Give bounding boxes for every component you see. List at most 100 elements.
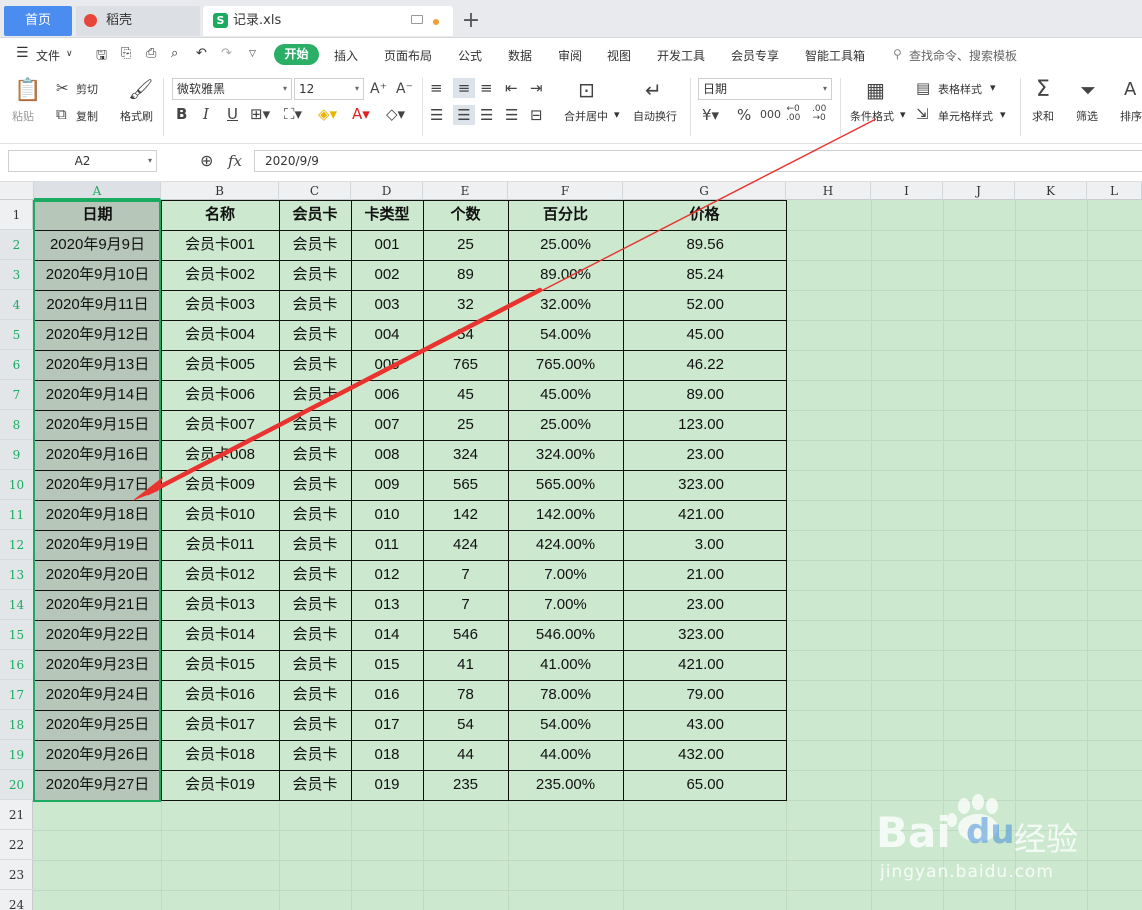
- formula-input[interactable]: 2020/9/9: [254, 150, 1142, 172]
- table-cell[interactable]: 79.00: [623, 680, 786, 710]
- sum-icon[interactable]: Σ: [1036, 78, 1050, 102]
- column-header-I[interactable]: I: [871, 182, 943, 200]
- conditional-format-button[interactable]: 条件格式: [850, 108, 894, 124]
- table-cell[interactable]: 323.00: [623, 620, 786, 650]
- table-cell[interactable]: 会员卡: [279, 380, 351, 410]
- table-cell[interactable]: 003: [351, 290, 423, 320]
- menu-review[interactable]: 审阅: [558, 47, 582, 64]
- table-cell[interactable]: 会员卡019: [161, 770, 279, 800]
- table-cell[interactable]: 009: [351, 470, 423, 500]
- table-cell[interactable]: 019: [351, 770, 423, 800]
- table-cell[interactable]: 会员卡: [279, 260, 351, 290]
- table-cell[interactable]: 546: [423, 620, 508, 650]
- number-format-select[interactable]: 日期 ▾: [698, 78, 832, 100]
- undo-icon[interactable]: ↶: [196, 46, 207, 61]
- table-style-dropdown-icon[interactable]: ▾: [990, 81, 996, 94]
- menu-data[interactable]: 数据: [508, 47, 532, 64]
- border-icon[interactable]: ⊞▾: [250, 106, 270, 122]
- name-box[interactable]: A2 ▾: [8, 150, 157, 172]
- table-cell[interactable]: 89: [423, 260, 508, 290]
- table-cell[interactable]: 421.00: [623, 650, 786, 680]
- zoom-icon[interactable]: ⊕: [200, 153, 213, 169]
- merge-center-label[interactable]: 合并居中: [564, 108, 608, 124]
- table-cell[interactable]: 78.00%: [508, 680, 623, 710]
- column-header-F[interactable]: F: [508, 182, 623, 200]
- align-right-icon[interactable]: ☰: [480, 107, 493, 123]
- cell-style-button[interactable]: 单元格样式: [938, 108, 993, 124]
- table-cell[interactable]: 25: [423, 230, 508, 260]
- table-cell[interactable]: 565.00%: [508, 470, 623, 500]
- sort-button[interactable]: 排序: [1120, 108, 1142, 124]
- header-cell-F[interactable]: 百分比: [508, 200, 623, 230]
- table-cell[interactable]: 32.00%: [508, 290, 623, 320]
- fill-pattern-icon[interactable]: ⛶▾: [284, 106, 302, 122]
- header-cell-E[interactable]: 个数: [423, 200, 508, 230]
- table-style-icon[interactable]: ▤: [916, 80, 930, 96]
- table-cell[interactable]: 3.00: [623, 530, 786, 560]
- italic-icon[interactable]: I: [203, 106, 209, 122]
- table-cell[interactable]: 52.00: [623, 290, 786, 320]
- row-header-4[interactable]: 4: [0, 290, 33, 320]
- row-header-3[interactable]: 3: [0, 260, 33, 290]
- table-cell[interactable]: 会员卡: [279, 680, 351, 710]
- menu-developer[interactable]: 开发工具: [657, 47, 705, 64]
- table-cell[interactable]: 54.00%: [508, 320, 623, 350]
- table-cell[interactable]: 21.00: [623, 560, 786, 590]
- table-cell[interactable]: 25.00%: [508, 230, 623, 260]
- table-cell[interactable]: 45.00: [623, 320, 786, 350]
- merge-dropdown-icon[interactable]: ▾: [614, 108, 620, 121]
- table-cell[interactable]: 004: [351, 320, 423, 350]
- fx-icon[interactable]: fx: [228, 153, 242, 169]
- underline-icon[interactable]: U: [227, 106, 238, 122]
- row-header-14[interactable]: 14: [0, 590, 33, 620]
- print-icon[interactable]: ⎙: [146, 46, 156, 61]
- table-cell[interactable]: 会员卡: [279, 470, 351, 500]
- table-cell[interactable]: 54.00%: [508, 710, 623, 740]
- table-cell[interactable]: 016: [351, 680, 423, 710]
- align-middle-icon[interactable]: ≡: [453, 78, 475, 98]
- row-header-17[interactable]: 17: [0, 680, 33, 710]
- row-header-19[interactable]: 19: [0, 740, 33, 770]
- monitor-icon[interactable]: [411, 15, 423, 24]
- row-header-24[interactable]: 24: [0, 890, 33, 910]
- table-cell[interactable]: 002: [351, 260, 423, 290]
- decrease-font-icon[interactable]: A⁻: [396, 81, 413, 97]
- table-cell[interactable]: 235: [423, 770, 508, 800]
- hamburger-icon[interactable]: ☰: [16, 45, 29, 61]
- row-header-2[interactable]: 2: [0, 230, 33, 260]
- cell-style-icon[interactable]: ⇲: [916, 106, 929, 122]
- increase-font-icon[interactable]: A⁺: [370, 81, 387, 97]
- table-cell[interactable]: 765.00%: [508, 350, 623, 380]
- table-cell[interactable]: 7: [423, 560, 508, 590]
- table-cell[interactable]: 会员卡: [279, 560, 351, 590]
- table-cell[interactable]: 44: [423, 740, 508, 770]
- fill-color-icon[interactable]: ◈▾: [318, 106, 337, 122]
- table-cell[interactable]: 会员卡002: [161, 260, 279, 290]
- table-cell[interactable]: 44.00%: [508, 740, 623, 770]
- table-cell[interactable]: 015: [351, 650, 423, 680]
- table-style-button[interactable]: 表格样式: [938, 81, 982, 97]
- table-cell[interactable]: 41.00%: [508, 650, 623, 680]
- table-cell[interactable]: 会员卡: [279, 530, 351, 560]
- save-icon[interactable]: 🖫: [96, 46, 107, 68]
- table-cell[interactable]: 会员卡: [279, 500, 351, 530]
- row-header-1[interactable]: 1: [0, 200, 33, 230]
- wrap-text-icon[interactable]: ↵: [645, 80, 662, 100]
- table-cell[interactable]: 7.00%: [508, 560, 623, 590]
- menu-page-layout[interactable]: 页面布局: [384, 47, 432, 64]
- conditional-format-icon[interactable]: ▦: [866, 80, 885, 100]
- column-header-E[interactable]: E: [423, 182, 508, 200]
- indent-increase-icon[interactable]: ⇥: [530, 80, 543, 96]
- table-cell[interactable]: 会员卡: [279, 710, 351, 740]
- table-cell[interactable]: 45: [423, 380, 508, 410]
- table-cell[interactable]: 324.00%: [508, 440, 623, 470]
- table-cell[interactable]: 142: [423, 500, 508, 530]
- paste-icon[interactable]: 📋: [14, 80, 41, 102]
- table-cell[interactable]: 会员卡014: [161, 620, 279, 650]
- table-cell[interactable]: 7: [423, 590, 508, 620]
- row-header-20[interactable]: 20: [0, 770, 33, 800]
- table-cell[interactable]: 会员卡018: [161, 740, 279, 770]
- table-cell[interactable]: 会员卡: [279, 410, 351, 440]
- print-preview-icon[interactable]: ⌕: [171, 46, 178, 61]
- table-cell[interactable]: 78: [423, 680, 508, 710]
